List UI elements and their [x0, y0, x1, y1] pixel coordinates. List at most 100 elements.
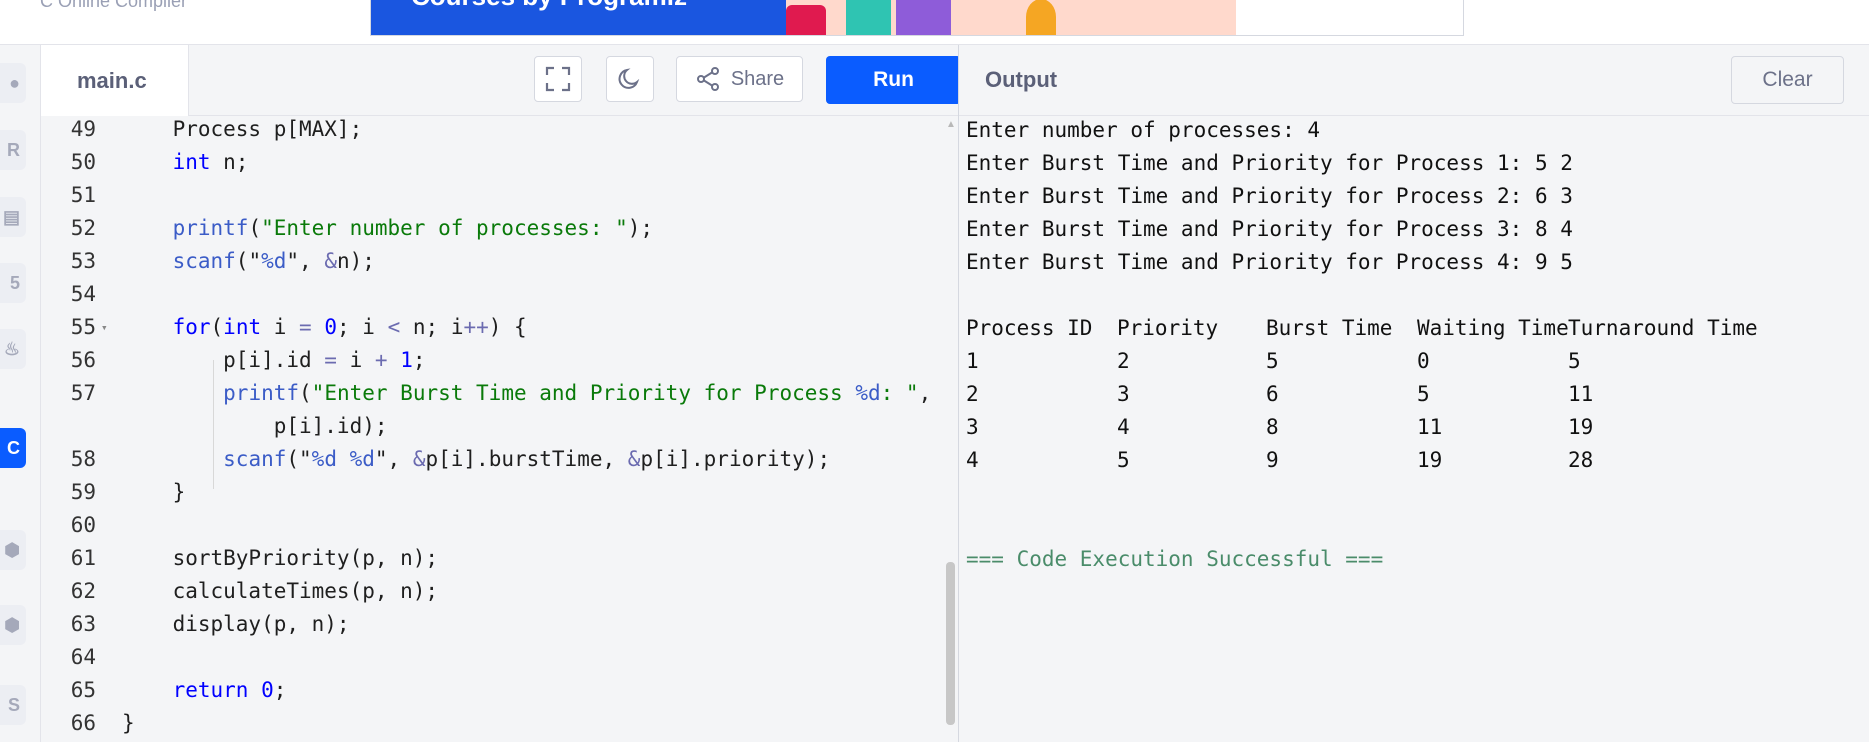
output-line: Enter Burst Time and Priority for Proces…	[966, 217, 1573, 241]
output-title: Output	[985, 67, 1058, 92]
table-cell: 6	[1266, 382, 1279, 406]
output-line: Enter Burst Time and Priority for Proces…	[966, 151, 1573, 175]
code-text: }	[122, 711, 135, 735]
line-number: 53	[70, 249, 96, 273]
code-text: }	[122, 480, 186, 504]
output-console: Enter number of processes: 4 Enter Burst …	[959, 116, 1869, 742]
line-number: 58	[70, 447, 96, 471]
line-number: 61	[70, 546, 96, 570]
output-line: Enter Burst Time and Priority for Proces…	[966, 250, 1573, 274]
brand-text[interactable]: C Online Compiler	[40, 0, 187, 12]
js-icon[interactable]: S	[0, 685, 26, 725]
line-number: 49	[70, 117, 96, 141]
code-text: p[i].id = i + 1;	[122, 348, 426, 372]
fold-arrow-icon[interactable]: ▾	[101, 311, 108, 344]
table-cell: 9	[1266, 448, 1279, 472]
table-cell: Priority	[1117, 316, 1219, 340]
line-number: 64	[70, 645, 96, 669]
line-number: 62	[70, 579, 96, 603]
dark-mode-button[interactable]	[606, 56, 654, 102]
line-number: 54	[70, 282, 96, 306]
table-cell: 11	[1568, 382, 1594, 406]
ad-artwork	[786, 0, 1236, 35]
line-number: 55	[70, 315, 96, 339]
line-number: 59	[70, 480, 96, 504]
table-row: 4 5 9 19 28	[966, 444, 1866, 477]
top-banner: C Online Compiler Courses by Programiz	[0, 0, 1869, 45]
code-text: scanf("%d %d", &p[i].burstTime, &p[i].pr…	[223, 447, 831, 471]
code-text: int n;	[172, 150, 249, 174]
line-number: 60	[70, 513, 96, 537]
sql-icon[interactable]: ▤	[0, 197, 26, 237]
share-label: Share	[730, 67, 785, 90]
table-cell: 28	[1568, 448, 1594, 472]
table-cell: 5	[1568, 349, 1581, 373]
share-icon	[696, 67, 719, 91]
ad-text: Courses by Programiz	[371, 0, 786, 35]
line-number: 65	[70, 678, 96, 702]
fullscreen-icon	[545, 66, 571, 92]
html-icon[interactable]: 5	[0, 263, 26, 303]
table-cell: Process ID	[966, 316, 1093, 340]
editor-toolbar: main.c Share Run	[41, 45, 961, 116]
table-row: 3 4 8 11 19	[966, 411, 1866, 444]
java-icon[interactable]: ♨	[0, 329, 26, 369]
editor-scrollbar[interactable]	[946, 562, 955, 725]
code-text: printf("Enter Burst Time and Priority fo…	[223, 381, 932, 405]
line-number: 66	[70, 711, 96, 735]
table-cell: 2	[966, 382, 979, 406]
cpp-icon[interactable]: ⬢	[0, 530, 26, 570]
code-text: Process p[MAX];	[122, 117, 363, 141]
table-cell: Waiting Time	[1417, 316, 1569, 340]
line-number: 51	[70, 183, 96, 207]
code-text: return 0;	[172, 678, 287, 702]
table-row: 2 3 6 5 11	[966, 378, 1866, 411]
code-text: for(int i = 0; i < n; i++) {	[172, 315, 527, 339]
output-line: Enter number of processes: 4	[966, 118, 1321, 142]
line-number: 57	[70, 381, 96, 405]
table-cell: 5	[1117, 448, 1130, 472]
line-number: 52	[70, 216, 96, 240]
table-cell: 0	[1417, 349, 1430, 373]
table-cell: 3	[1117, 382, 1130, 406]
table-cell: 19	[1417, 448, 1443, 472]
line-number: 63	[70, 612, 96, 636]
fullscreen-button[interactable]	[534, 56, 582, 102]
code-text: sortByPriority(p, n);	[122, 546, 439, 570]
dark-mode-icon	[618, 68, 640, 89]
table-cell: 4	[966, 448, 979, 472]
code-editor[interactable]: 49 Process p[MAX]; 50 int n; 51 52 printf("…	[41, 116, 958, 742]
clear-button[interactable]: Clear	[1731, 56, 1844, 104]
scroll-up-icon[interactable]: ▲	[946, 119, 956, 130]
table-cell: 2	[1117, 349, 1130, 373]
c-icon[interactable]: C	[0, 428, 26, 468]
line-number: 50	[70, 150, 96, 174]
code-text: display(p, n);	[122, 612, 350, 636]
output-line: Enter Burst Time and Priority for Proces…	[966, 184, 1573, 208]
table-cell: 4	[1117, 415, 1130, 439]
table-cell: 3	[966, 415, 979, 439]
code-text: calculateTimes(p, n);	[122, 579, 439, 603]
output-toolbar: Output Clear	[959, 45, 1869, 116]
table-cell: 5	[1417, 382, 1430, 406]
table-row: 1 2 5 0 5	[966, 345, 1866, 378]
line-number: 56	[70, 348, 96, 372]
language-rail: ● R ▤ 5 ♨ C ⬢ ⬢ S	[0, 45, 41, 742]
run-button[interactable]: Run	[826, 56, 961, 104]
table-cell: 19	[1568, 415, 1594, 439]
ad-banner[interactable]: Courses by Programiz	[370, 0, 1464, 36]
table-cell: 8	[1266, 415, 1279, 439]
table-cell: Burst Time	[1266, 316, 1393, 340]
success-message: === Code Execution Successful ===	[966, 547, 1384, 571]
table-cell: 11	[1417, 415, 1443, 439]
table-cell: Turnaround Time	[1568, 316, 1758, 340]
indent-guide	[213, 360, 214, 489]
file-tab[interactable]: main.c	[41, 45, 189, 116]
share-button[interactable]: Share	[676, 56, 803, 102]
python-icon[interactable]: ●	[0, 63, 26, 103]
code-text: scanf("%d", &n);	[172, 249, 375, 273]
code-text: printf("Enter number of processes: ");	[172, 216, 654, 240]
table-cell: 1	[966, 349, 979, 373]
r-icon[interactable]: R	[0, 130, 26, 170]
csharp-icon[interactable]: ⬢	[0, 605, 26, 645]
